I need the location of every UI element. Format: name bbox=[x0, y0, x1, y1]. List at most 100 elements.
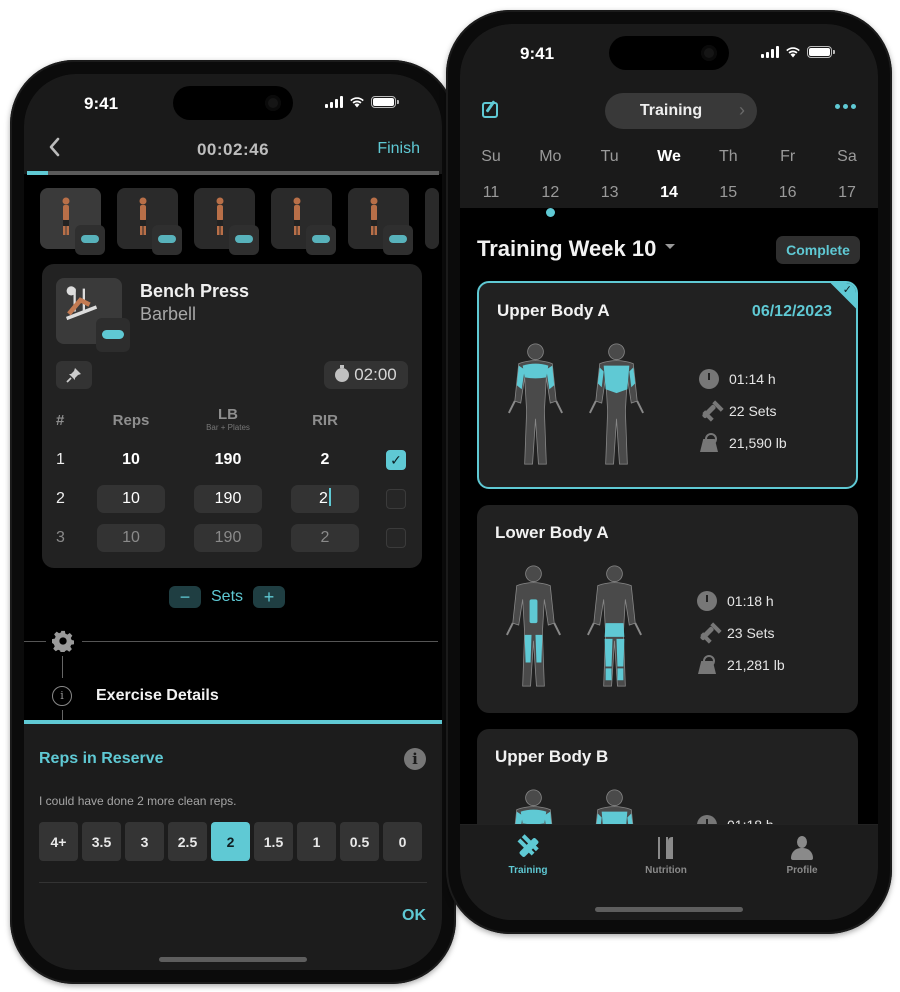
calendar-day[interactable]: Th 15 bbox=[711, 148, 745, 217]
chest-muscle-icon bbox=[152, 225, 182, 255]
weight-icon bbox=[699, 433, 719, 453]
exercise-details-link[interactable]: Exercise Details bbox=[96, 687, 219, 705]
ok-button[interactable]: OK bbox=[402, 907, 426, 925]
workout-date: 06/12/2023 bbox=[751, 303, 832, 320]
tab-training[interactable]: Training bbox=[488, 835, 568, 876]
more-icon[interactable] bbox=[835, 104, 856, 109]
battery-icon bbox=[371, 96, 399, 108]
rir-option[interactable]: 3 bbox=[125, 822, 164, 861]
rir-option[interactable]: 4+ bbox=[39, 822, 78, 861]
col-lb-label: LB bbox=[218, 406, 238, 423]
timeline-line bbox=[62, 656, 63, 678]
day-date: 17 bbox=[838, 184, 856, 201]
weight-input[interactable]: 190 bbox=[194, 524, 262, 552]
status-icons bbox=[761, 46, 835, 58]
exercise-thumbnail[interactable] bbox=[348, 188, 413, 255]
sets-label: Sets bbox=[211, 588, 244, 605]
add-set-button[interactable]: + bbox=[253, 586, 286, 608]
training-selector[interactable]: Training › bbox=[605, 93, 757, 129]
tab-nutrition[interactable]: Nutrition bbox=[626, 835, 706, 876]
calendar-day[interactable]: We 14 bbox=[652, 148, 686, 217]
set-number: 1 bbox=[56, 451, 65, 468]
dumbbell-icon bbox=[697, 623, 717, 643]
rir-value: 2 bbox=[320, 529, 330, 546]
rest-timer-button[interactable]: 02:00 bbox=[324, 361, 408, 389]
stat-sets: 23 Sets bbox=[697, 617, 785, 649]
finish-button[interactable]: Finish bbox=[377, 140, 420, 158]
exercise-equipment: Barbell bbox=[140, 304, 197, 324]
workout-card[interactable]: Lower Body A 01:18 h 23 Sets 21,281 lb bbox=[477, 505, 858, 713]
workout-dot bbox=[545, 208, 555, 217]
day-name: Tu bbox=[600, 148, 619, 165]
weight-input[interactable]: 190 bbox=[194, 446, 262, 474]
gear-icon bbox=[52, 630, 74, 654]
rir-option[interactable]: 0.5 bbox=[340, 822, 379, 861]
rir-option[interactable]: 1.5 bbox=[254, 822, 293, 861]
status-bar: 9:41 bbox=[460, 24, 878, 80]
calendar-day[interactable]: Tu 13 bbox=[593, 148, 627, 217]
caret-down-icon[interactable] bbox=[665, 244, 675, 249]
person-icon bbox=[788, 835, 816, 861]
timeline-line bbox=[62, 710, 63, 720]
rir-option[interactable]: 0 bbox=[383, 822, 422, 861]
rir-option[interactable]: 1 bbox=[297, 822, 336, 861]
tab-label: Training bbox=[508, 865, 548, 876]
weight-input[interactable]: 190 bbox=[194, 485, 262, 513]
duration-value: 01:14 h bbox=[729, 371, 776, 387]
info-button[interactable]: i bbox=[404, 748, 426, 770]
body-back-figure bbox=[589, 343, 644, 465]
calendar-day[interactable]: Su 11 bbox=[474, 148, 508, 217]
rir-option[interactable]: 2.5 bbox=[168, 822, 207, 861]
exercise-thumbnail[interactable] bbox=[271, 188, 336, 255]
exercise-thumbnail[interactable] bbox=[117, 188, 182, 255]
reps-input[interactable]: 10 bbox=[97, 446, 165, 474]
signal-icon bbox=[325, 96, 343, 108]
rir-value: 2 bbox=[319, 490, 328, 507]
rir-input[interactable]: 2 bbox=[291, 524, 359, 552]
calendar-day[interactable]: Fr 16 bbox=[771, 148, 805, 217]
complete-button[interactable]: Complete bbox=[776, 236, 860, 264]
reps-input[interactable]: 10 bbox=[97, 485, 165, 513]
tab-bar: Training Nutrition Profile bbox=[460, 824, 878, 920]
stopwatch-icon bbox=[699, 369, 719, 389]
calendar-day[interactable]: Sa 17 bbox=[830, 148, 864, 217]
day-date: 11 bbox=[482, 184, 500, 201]
wifi-icon bbox=[786, 47, 800, 58]
training-header: 9:41 Training › Su 11 Mo 12 Tu 13 We 14 Th 15 Fr 16… bbox=[460, 24, 878, 217]
exercise-thumbnail[interactable] bbox=[425, 188, 439, 249]
pin-button[interactable] bbox=[56, 361, 92, 389]
day-name: Su bbox=[481, 148, 501, 165]
exercise-settings-button[interactable] bbox=[52, 630, 74, 654]
tab-label: Nutrition bbox=[645, 865, 687, 876]
exercise-thumbnail[interactable] bbox=[194, 188, 259, 255]
set-complete-checkbox[interactable]: ✓ bbox=[386, 450, 406, 470]
text-cursor bbox=[328, 488, 331, 506]
workout-name: Upper Body B bbox=[495, 747, 609, 766]
set-complete-checkbox[interactable] bbox=[386, 489, 406, 509]
edit-icon[interactable] bbox=[482, 102, 498, 118]
training-phone: 9:41 Training › Su 11 Mo 12 Tu 13 We 14 Th 15 Fr 16… bbox=[446, 10, 892, 934]
training-screen: 9:41 Training › Su 11 Mo 12 Tu 13 We 14 Th 15 Fr 16… bbox=[460, 24, 878, 920]
stopwatch-icon bbox=[335, 365, 350, 382]
sets-value: 22 Sets bbox=[729, 403, 777, 419]
tab-profile[interactable]: Profile bbox=[762, 835, 842, 876]
chevron-right-icon: › bbox=[739, 100, 745, 120]
remove-set-button[interactable]: − bbox=[169, 586, 201, 608]
rir-input[interactable]: 2 bbox=[291, 485, 359, 513]
week-title[interactable]: Training Week 10 bbox=[477, 236, 656, 262]
rir-option[interactable]: 2 bbox=[211, 822, 250, 861]
reps-input[interactable]: 10 bbox=[97, 524, 165, 552]
workout-card[interactable]: ✓ Upper Body A 06/12/2023 01:14 h 22 Sets 21,… bbox=[477, 281, 858, 489]
rir-input[interactable]: 2 bbox=[291, 446, 359, 474]
workout-progress-bar bbox=[27, 171, 439, 175]
rir-value: 2 bbox=[320, 451, 330, 468]
calendar-day[interactable]: Mo 12 bbox=[533, 148, 567, 217]
exercise-card: Bench Press Barbell 02:00 # Reps LB Bar … bbox=[42, 264, 422, 568]
col-rir: RIR bbox=[312, 412, 338, 429]
exercise-thumbnail[interactable] bbox=[40, 188, 105, 255]
rir-option[interactable]: 3.5 bbox=[82, 822, 121, 861]
dumbbell-icon bbox=[514, 835, 542, 861]
workout-name: Lower Body A bbox=[495, 523, 609, 542]
stat-sets: 22 Sets bbox=[699, 395, 787, 427]
set-complete-checkbox[interactable] bbox=[386, 528, 406, 548]
